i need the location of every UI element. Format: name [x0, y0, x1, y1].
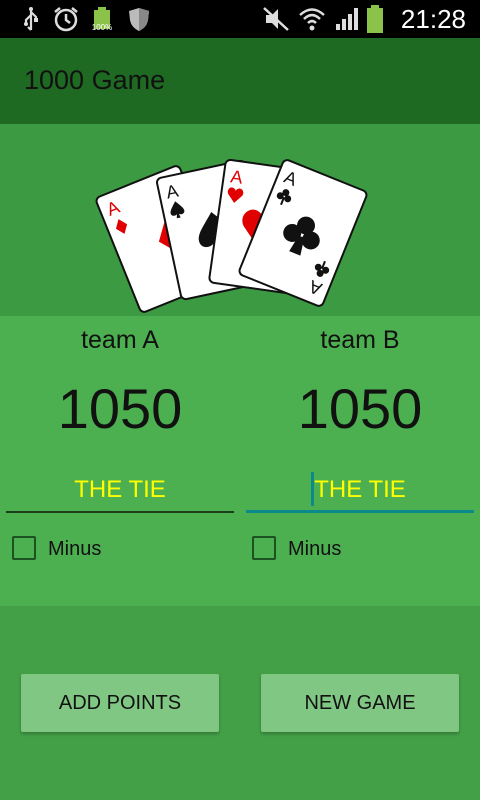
team-b-minus-label: Minus	[288, 538, 342, 560]
wifi-icon	[298, 6, 326, 32]
alarm-icon	[52, 6, 80, 32]
actions-area: ADD POINTS NEW GAME	[0, 606, 480, 800]
cards-illustration: A A A A A	[95, 158, 368, 313]
team-a-minus-label: Minus	[48, 538, 102, 560]
add-points-button[interactable]: ADD POINTS	[21, 674, 219, 732]
team-a-tie-input[interactable]: THE TIE	[6, 468, 234, 512]
team-b-name: team B	[320, 326, 400, 354]
mute-icon	[262, 6, 290, 32]
team-a-minus-checkbox[interactable]	[12, 536, 36, 560]
team-a-input-underline	[6, 511, 234, 513]
team-a-name: team A	[81, 326, 159, 354]
team-b-input-underline-focused	[246, 510, 474, 513]
new-game-button[interactable]: NEW GAME	[261, 674, 459, 732]
app-bar: 1000 Game	[0, 38, 480, 124]
usb-icon	[18, 6, 44, 32]
signal-icon	[334, 6, 360, 32]
team-b-score: 1050	[297, 377, 423, 440]
battery-level-text: 100%	[91, 22, 113, 32]
battery-icon: 100%	[88, 6, 116, 32]
text-cursor	[311, 472, 314, 506]
status-time: 21:28	[400, 4, 466, 34]
team-b-minus-checkbox[interactable]	[252, 536, 276, 560]
battery-charging-icon	[364, 5, 386, 33]
card-illustration-area: A A A A A	[0, 124, 480, 316]
team-a-score: 1050	[57, 377, 183, 440]
status-bar: 100% 21:28	[0, 0, 480, 38]
app-title: 1000 Game	[24, 65, 166, 95]
score-panel: team A 1050 THE TIE Minus team B 1050 TH…	[0, 316, 480, 606]
team-b-tie-input[interactable]: THE TIE	[246, 468, 474, 512]
shield-icon	[126, 6, 152, 32]
